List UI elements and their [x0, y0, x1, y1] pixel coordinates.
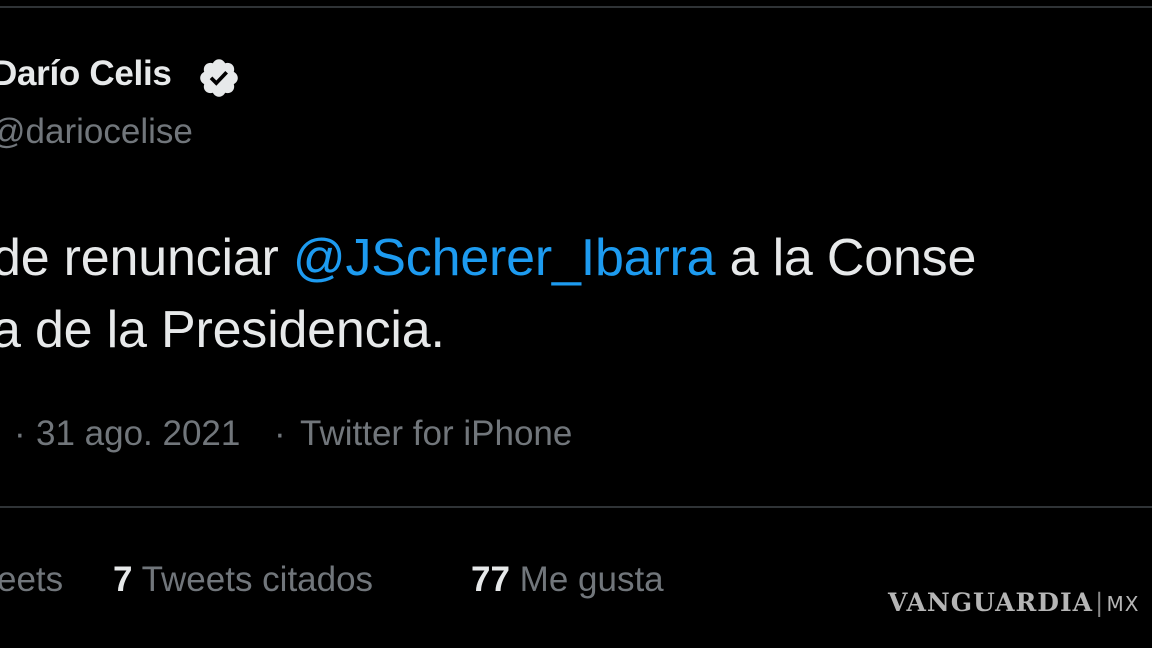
quote-tweets-label: Tweets citados [141, 560, 374, 599]
meta-separator: · [14, 414, 26, 453]
tweet-screenshot: Darío Celis @dariocelise de renunciar @J… [0, 0, 1152, 648]
vanguardia-watermark: VANGUARDIA| MX [888, 588, 1139, 617]
verified-badge-icon [200, 59, 238, 97]
top-divider [0, 6, 1152, 8]
tweet-body: de renunciar @JScherer_Ibarra a la Conse… [0, 222, 976, 366]
watermark-separator: | [1095, 588, 1105, 617]
quote-tweets-stat[interactable]: 7 Tweets citados [113, 560, 373, 600]
likes-stat[interactable]: 77 Me gusta [471, 560, 664, 600]
likes-count: 77 [471, 560, 510, 599]
tweet-text-segment: a la Conse [715, 229, 977, 287]
retweets-stat[interactable]: eets [0, 560, 63, 600]
retweets-label: eets [0, 560, 64, 599]
tweet-text-segment: de renunciar [0, 229, 293, 287]
tweet-source-link[interactable]: Twitter for iPhone [300, 414, 572, 454]
watermark-brand: VANGUARDIA [888, 588, 1094, 617]
meta-separator: · [274, 414, 286, 453]
watermark-suffix: MX [1106, 592, 1140, 616]
tweet-line-1: de renunciar @JScherer_Ibarra a la Conse [0, 222, 976, 294]
tweet-date[interactable]: 31 ago. 2021 [36, 414, 240, 454]
quote-tweets-count: 7 [113, 560, 133, 599]
author-display-name[interactable]: Darío Celis [0, 54, 172, 94]
likes-label: Me gusta [519, 560, 664, 599]
tweet-line-2: a de la Presidencia. [0, 301, 445, 359]
stats-divider [0, 506, 1152, 508]
author-handle[interactable]: @dariocelise [0, 112, 193, 152]
mention-link[interactable]: @JScherer_Ibarra [293, 229, 716, 287]
